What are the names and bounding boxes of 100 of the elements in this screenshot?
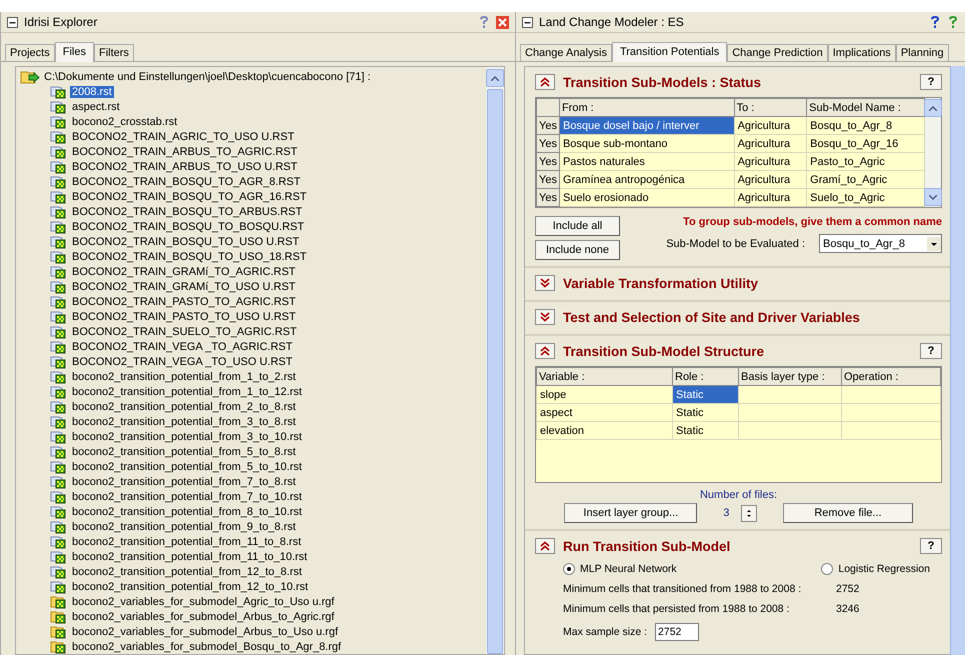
- tab[interactable]: Transition Potentials: [612, 42, 728, 62]
- file-item[interactable]: bocono2_transition_potential_from_12_to_10.rst: [70, 580, 310, 592]
- file-item[interactable]: bocono2_transition_potential_from_7_to_8.rst: [70, 476, 298, 488]
- raster-file-icon: [50, 144, 68, 158]
- file-item[interactable]: BOCONO2_TRAIN_BOSQU_TO_ARBUS.RST: [70, 206, 304, 218]
- tab[interactable]: Files: [54, 42, 94, 62]
- include-cell[interactable]: Yes: [536, 134, 560, 152]
- help-button[interactable]: ?: [920, 343, 942, 359]
- file-item[interactable]: BOCONO2_TRAIN_VEGA _TO_USO U.RST: [70, 356, 294, 368]
- file-item[interactable]: bocono2_transition_potential_from_3_to_10.rst: [70, 430, 304, 442]
- file-item[interactable]: bocono2_transition_potential_from_2_to_8.rst: [70, 400, 298, 412]
- file-item[interactable]: BOCONO2_TRAIN_AGRIC_TO_USO U.RST: [70, 130, 296, 142]
- sample-size-field[interactable]: 2752: [655, 623, 700, 641]
- raster-file-icon: [50, 430, 68, 444]
- tab[interactable]: Change Analysis: [520, 44, 612, 61]
- file-item[interactable]: bocono2_transition_potential_from_5_to_8.rst: [70, 446, 298, 458]
- help-icon[interactable]: [478, 15, 490, 29]
- scrollbar-thumb[interactable]: [950, 66, 965, 655]
- file-item[interactable]: bocono2_transition_potential_from_9_to_8.rst: [70, 520, 298, 532]
- file-item[interactable]: BOCONO2_TRAIN_BOSQU_TO_USO_18.RST: [70, 250, 309, 262]
- file-item[interactable]: bocono2_crosstab.rst: [70, 116, 180, 128]
- radio-button[interactable]: [821, 563, 834, 575]
- minimize-icon[interactable]: [7, 16, 18, 28]
- file-item[interactable]: BOCONO2_TRAIN_ARBUS_TO_USO U.RST: [70, 160, 300, 172]
- include-button[interactable]: Include all: [535, 216, 620, 236]
- include-cell[interactable]: Yes: [536, 170, 560, 188]
- raster-file-icon: [50, 354, 68, 368]
- insert-button[interactable]: Insert layer group...: [564, 503, 698, 523]
- file-item[interactable]: bocono2_transition_potential_from_8_to_10.rst: [70, 506, 304, 518]
- raster-file-icon: [50, 340, 68, 354]
- file-item[interactable]: BOCONO2_TRAIN_PASTO_TO_USO U.RST: [70, 310, 298, 322]
- section-title: Variable Transformation Utility: [563, 276, 760, 290]
- scroll-up-icon[interactable]: [486, 69, 504, 87]
- raster-file-icon: [50, 234, 68, 248]
- file-item[interactable]: bocono2_transition_potential_from_7_to_10.rst: [70, 490, 304, 502]
- file-item[interactable]: BOCONO2_TRAIN_BOSQU_TO_AGR_16.RST: [70, 190, 309, 202]
- file-item[interactable]: BOCONO2_TRAIN_GRAMí_TO_USO U.RST: [70, 280, 298, 292]
- file-item[interactable]: BOCONO2_TRAIN_BOSQU_TO_USO U.RST: [70, 236, 302, 248]
- radio-label[interactable]: Logistic Regression: [838, 563, 930, 575]
- scroll-down-icon[interactable]: [924, 188, 942, 206]
- include-cell[interactable]: Yes: [536, 152, 560, 170]
- radio-button[interactable]: [563, 563, 575, 575]
- expand-button[interactable]: [535, 275, 555, 291]
- scroll-up-icon[interactable]: [924, 99, 942, 117]
- help-icon[interactable]: [929, 15, 941, 29]
- include-button[interactable]: Include none: [535, 240, 620, 260]
- file-item[interactable]: BOCONO2_TRAIN_SUELO_TO_AGRIC.RST: [70, 326, 299, 338]
- tab[interactable]: Change Prediction: [727, 44, 828, 61]
- file-item[interactable]: bocono2_transition_potential_from_3_to_8.rst: [70, 416, 298, 428]
- table-cell: Pasto_to_Agric: [806, 152, 924, 170]
- file-item[interactable]: bocono2_variables_for_submodel_Arbus_to_Agric.rgf: [70, 610, 336, 622]
- tab[interactable]: Projects: [5, 44, 55, 61]
- include-cell[interactable]: Yes: [536, 116, 560, 134]
- raster-file-icon: [50, 250, 68, 264]
- file-item[interactable]: bocono2_variables_for_submodel_Bosqu_to_Agr_8.rgf: [70, 640, 344, 652]
- chevron-up-icon[interactable]: [539, 77, 551, 87]
- include-cell[interactable]: Yes: [536, 188, 560, 206]
- collapse-button[interactable]: [535, 74, 555, 90]
- file-item[interactable]: BOCONO2_TRAIN_BOSQU_TO_BOSQU.RST: [70, 220, 306, 232]
- collapse-button[interactable]: [535, 343, 555, 359]
- file-item[interactable]: BOCONO2_TRAIN_VEGA _TO_AGRIC.RST: [70, 340, 294, 352]
- file-item[interactable]: bocono2_variables_for_submodel_Agric_to_Uso u.rgf: [70, 596, 336, 608]
- folder-file-icon: [50, 610, 68, 624]
- help-button[interactable]: ?: [920, 74, 942, 90]
- chevron-up-icon[interactable]: [539, 541, 551, 551]
- column-header: Sub-Model Name :: [806, 98, 924, 116]
- folder-path[interactable]: C:\Dokumente und Einstellungen\joel\Desktop\cuencabocono [71] :: [42, 70, 373, 82]
- file-item[interactable]: BOCONO2_TRAIN_BOSQU_TO_AGR_8.RST: [70, 176, 302, 188]
- submodel-dropdown[interactable]: Bosqu_to_Agr_8: [819, 234, 942, 253]
- help-button[interactable]: ?: [920, 538, 942, 554]
- file-item[interactable]: bocono2_transition_potential_from_11_to_8.rst: [70, 536, 304, 548]
- tab[interactable]: Filters: [94, 44, 134, 61]
- scrollbar-thumb[interactable]: [487, 89, 503, 654]
- file-item[interactable]: bocono2_transition_potential_from_12_to_8.rst: [70, 566, 304, 578]
- files-count: 3: [723, 507, 730, 519]
- file-item[interactable]: bocono2_transition_potential_from_1_to_2.rst: [70, 370, 298, 382]
- spinner-icon[interactable]: [741, 504, 758, 522]
- raster-file-icon: [50, 460, 68, 474]
- file-item[interactable]: BOCONO2_TRAIN_PASTO_TO_AGRIC.RST: [70, 296, 298, 308]
- chevron-down-icon[interactable]: [539, 312, 551, 322]
- file-item[interactable]: BOCONO2_TRAIN_GRAMí_TO_AGRIC.RST: [70, 266, 298, 278]
- chevron-down-icon[interactable]: [539, 278, 551, 288]
- file-item[interactable]: bocono2_transition_potential_from_5_to_10.rst: [70, 460, 304, 472]
- expand-button[interactable]: [535, 309, 555, 325]
- file-item[interactable]: bocono2_variables_for_submodel_Arbus_to_Uso u.rgf: [70, 626, 340, 638]
- tab[interactable]: Implications: [828, 44, 896, 61]
- radio-label[interactable]: MLP Neural Network: [580, 563, 677, 575]
- collapse-button[interactable]: [535, 538, 555, 554]
- raster-file-icon: [50, 564, 68, 578]
- tab[interactable]: Planning: [896, 44, 949, 61]
- chevron-up-icon[interactable]: [539, 346, 551, 356]
- file-item[interactable]: BOCONO2_TRAIN_ARBUS_TO_AGRIC.RST: [70, 146, 300, 158]
- file-item[interactable]: bocono2_transition_potential_from_1_to_12.rst: [70, 386, 304, 398]
- file-item[interactable]: aspect.rst: [70, 100, 122, 112]
- remove-button[interactable]: Remove file...: [783, 503, 913, 523]
- close-icon[interactable]: [496, 16, 509, 28]
- minimize-icon[interactable]: [522, 16, 533, 28]
- file-item[interactable]: bocono2_transition_potential_from_11_to_10.rst: [70, 550, 310, 562]
- help-icon[interactable]: [947, 15, 959, 29]
- file-item[interactable]: 2008.rst: [70, 86, 114, 98]
